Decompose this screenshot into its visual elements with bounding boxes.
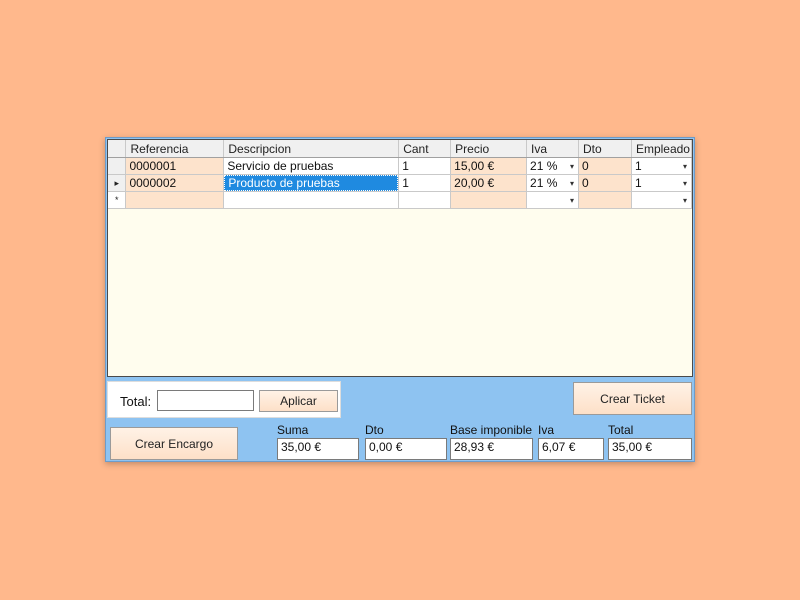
total-discount-panel: Total: Aplicar bbox=[107, 381, 341, 418]
column-header-descripcion[interactable]: Descripcion bbox=[223, 140, 400, 158]
cell-iva[interactable]: 21 % ▾ bbox=[526, 157, 580, 175]
cell-precio[interactable]: 15,00 € bbox=[450, 157, 528, 175]
cell-precio[interactable]: 20,00 € bbox=[450, 174, 528, 192]
column-header-iva[interactable]: Iva bbox=[526, 140, 580, 158]
grid-header-row: Referencia Descripcion Cant Precio Iva D… bbox=[108, 140, 692, 158]
column-header-precio[interactable]: Precio bbox=[450, 140, 528, 158]
suma-label: Suma bbox=[277, 423, 309, 437]
dto-label: Dto bbox=[365, 423, 384, 437]
dropdown-arrow-icon[interactable]: ▾ bbox=[566, 179, 578, 188]
total-label: Total: bbox=[120, 394, 152, 409]
cell-referencia[interactable]: 0000002 bbox=[125, 174, 225, 192]
new-row[interactable]: * ▾ ▾ bbox=[108, 191, 692, 209]
iva-label: Iva bbox=[538, 423, 555, 437]
cell-cant[interactable] bbox=[398, 191, 452, 209]
column-header-dto[interactable]: Dto bbox=[578, 140, 632, 158]
suma-field[interactable]: 35,00 € bbox=[277, 438, 359, 460]
cell-dto[interactable] bbox=[578, 191, 632, 209]
apply-button[interactable]: Aplicar bbox=[259, 390, 338, 412]
dto-field[interactable]: 0,00 € bbox=[365, 438, 447, 460]
cell-iva-value: 21 % bbox=[530, 159, 558, 173]
dropdown-arrow-icon[interactable]: ▾ bbox=[566, 196, 578, 205]
cell-iva[interactable]: ▾ bbox=[526, 191, 580, 209]
cell-dto[interactable]: 0 bbox=[578, 174, 632, 192]
cell-empleado[interactable]: 1 ▾ bbox=[631, 157, 692, 175]
cell-descripcion-value: Producto de pruebas bbox=[224, 175, 398, 191]
cell-iva-value: 21 % bbox=[530, 176, 558, 190]
cell-empleado[interactable]: ▾ bbox=[631, 191, 692, 209]
cell-cant[interactable]: 1 bbox=[398, 174, 452, 192]
dropdown-arrow-icon[interactable]: ▾ bbox=[566, 162, 578, 171]
row-indicator[interactable] bbox=[108, 157, 127, 175]
cell-cant[interactable]: 1 bbox=[398, 157, 452, 175]
cell-referencia[interactable]: 0000001 bbox=[125, 157, 225, 175]
column-header-cant[interactable]: Cant bbox=[398, 140, 452, 158]
total-label-summary: Total bbox=[608, 423, 634, 437]
dropdown-arrow-icon[interactable]: ▾ bbox=[679, 162, 690, 171]
row-indicator[interactable]: ▸ bbox=[108, 174, 127, 192]
cell-empleado[interactable]: 1 ▾ bbox=[631, 174, 692, 192]
cell-empleado-value: 1 bbox=[634, 176, 642, 190]
total-input[interactable] bbox=[157, 390, 254, 411]
dropdown-arrow-icon[interactable]: ▾ bbox=[679, 196, 690, 205]
table-row[interactable]: ▸ 0000002 Producto de pruebas 1 20,00 € … bbox=[108, 174, 692, 192]
column-header-empleado[interactable]: Empleado bbox=[631, 140, 692, 158]
table-row[interactable]: 0000001 Servicio de pruebas 1 15,00 € 21… bbox=[108, 157, 692, 175]
column-header-referencia[interactable]: Referencia bbox=[125, 140, 225, 158]
create-ticket-button[interactable]: Crear Ticket bbox=[573, 382, 692, 415]
cell-empleado-value: 1 bbox=[634, 159, 642, 173]
line-items-grid[interactable]: Referencia Descripcion Cant Precio Iva D… bbox=[107, 139, 693, 377]
cell-descripcion-selected[interactable]: Producto de pruebas bbox=[223, 174, 400, 192]
iva-field[interactable]: 6,07 € bbox=[538, 438, 604, 460]
sales-window: Referencia Descripcion Cant Precio Iva D… bbox=[105, 137, 695, 462]
new-row-indicator[interactable]: * bbox=[108, 191, 127, 209]
create-order-button[interactable]: Crear Encargo bbox=[110, 427, 238, 460]
cell-precio[interactable] bbox=[450, 191, 528, 209]
dropdown-arrow-icon[interactable]: ▾ bbox=[679, 179, 690, 188]
base-imponible-label: Base imponible bbox=[450, 423, 533, 437]
row-header-corner bbox=[108, 140, 127, 158]
cell-dto[interactable]: 0 bbox=[578, 157, 632, 175]
cell-descripcion[interactable] bbox=[223, 191, 400, 209]
base-imponible-field[interactable]: 28,93 € bbox=[450, 438, 533, 460]
cell-referencia[interactable] bbox=[125, 191, 225, 209]
cell-iva[interactable]: 21 % ▾ bbox=[526, 174, 580, 192]
cell-descripcion[interactable]: Servicio de pruebas bbox=[223, 157, 400, 175]
total-field[interactable]: 35,00 € bbox=[608, 438, 692, 460]
